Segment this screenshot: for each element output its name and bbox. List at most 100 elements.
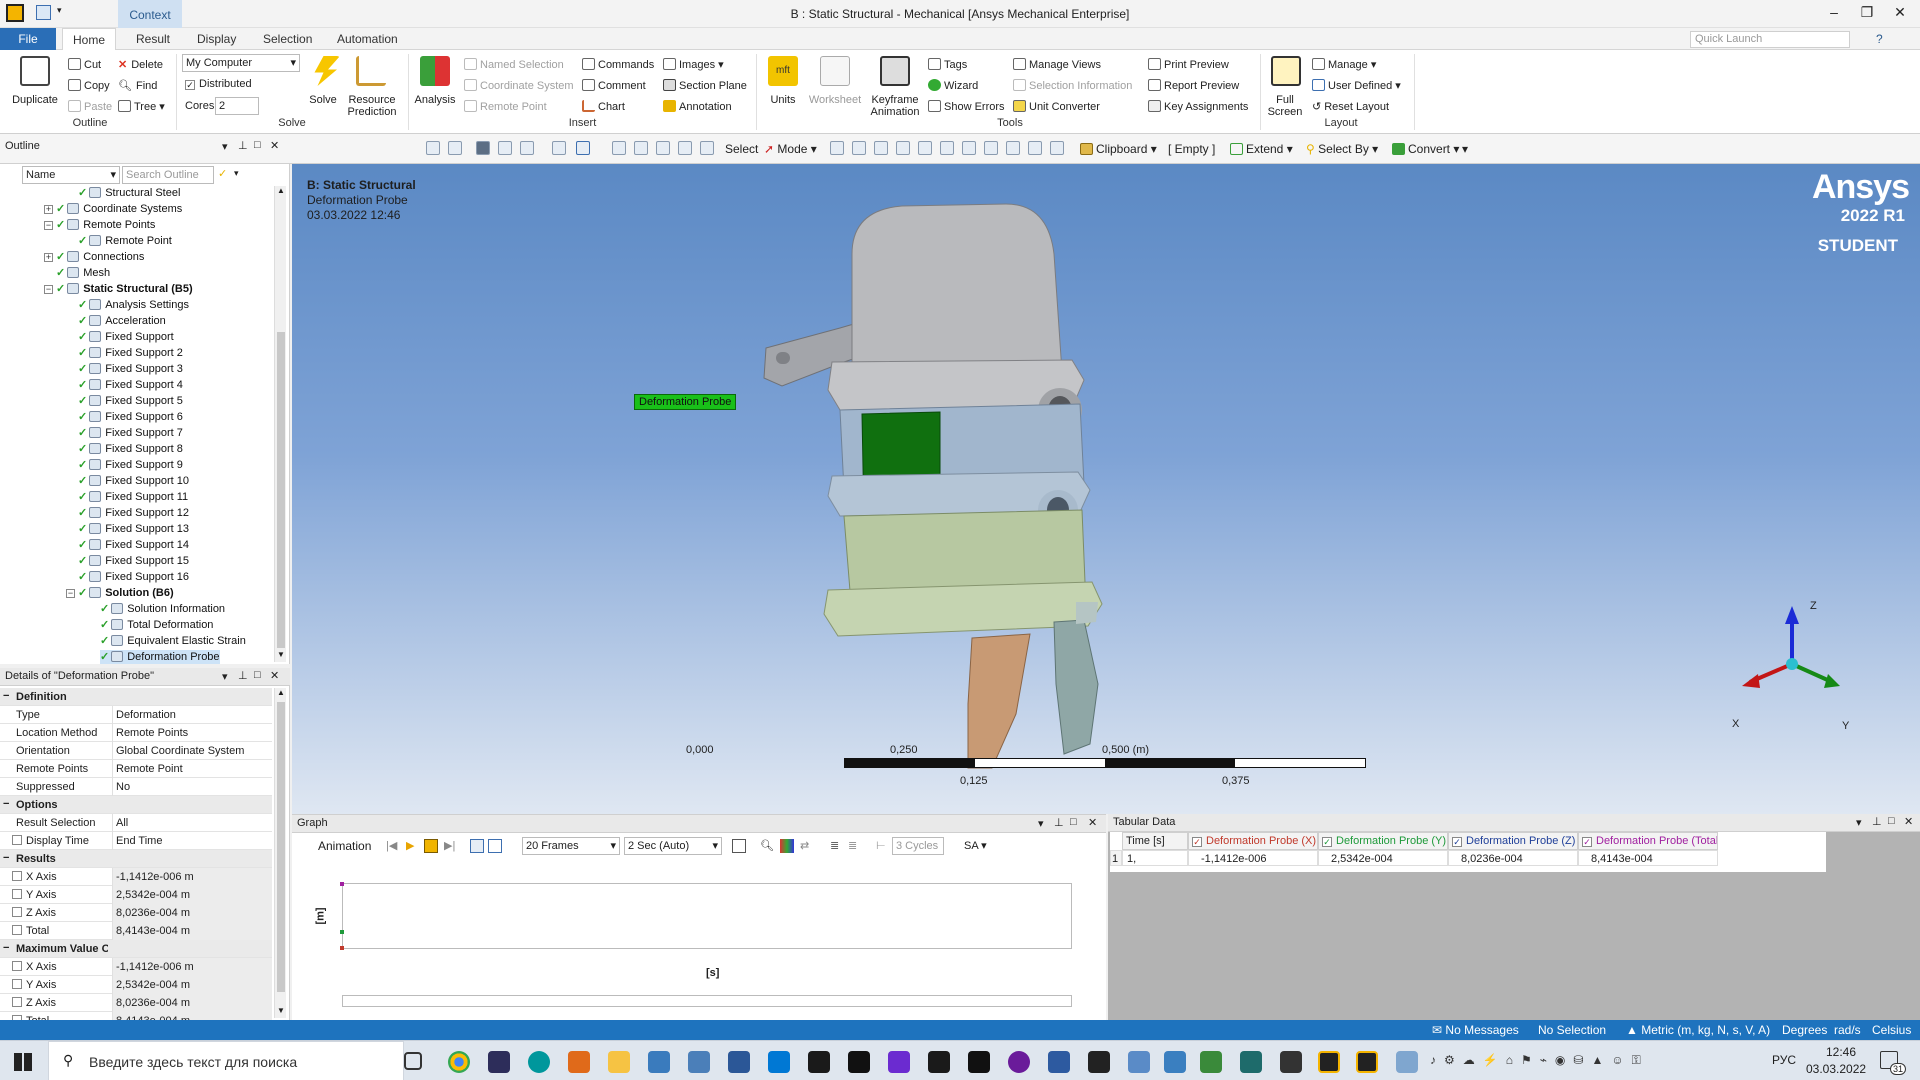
details-row[interactable]: X Axis -1,1412e-006 m xyxy=(0,868,272,886)
toolbar-overflow-icon[interactable]: ▾ xyxy=(1462,142,1468,156)
clipboard-dropdown[interactable]: Clipboard ▾ xyxy=(1080,142,1157,156)
tab-selection[interactable]: Selection xyxy=(253,28,322,50)
taskbar-search[interactable]: ⚲ Введите здесь текст для поиска xyxy=(48,1041,404,1080)
worksheet-icon[interactable] xyxy=(820,56,850,86)
distributed-checkbox[interactable]: ✓ Distributed xyxy=(185,78,252,90)
selection-information-button[interactable]: Selection Information xyxy=(1013,79,1132,92)
analysis-button[interactable]: Analysis xyxy=(410,94,460,106)
details-value[interactable]: No xyxy=(112,778,272,796)
pan-icon[interactable] xyxy=(612,141,626,155)
quick-launch-input[interactable]: Quick Launch xyxy=(1690,31,1850,48)
close-panel-icon[interactable]: ✕ xyxy=(1904,815,1913,828)
outline-item[interactable]: ✓ Equivalent Elastic Strain xyxy=(100,634,246,650)
search-outline-input[interactable]: Search Outline xyxy=(122,166,214,184)
cycles-input[interactable]: 3 Cycles xyxy=(892,837,944,855)
label-icon[interactable] xyxy=(1006,141,1020,155)
reset-layout-button[interactable]: ↺ Reset Layout xyxy=(1312,100,1389,113)
section-plane-button[interactable]: Section Plane xyxy=(663,79,747,92)
file-explorer-icon[interactable] xyxy=(608,1051,630,1073)
colormap-icon[interactable] xyxy=(780,839,794,853)
select-body-icon[interactable] xyxy=(896,141,910,155)
solve-lightning-icon[interactable] xyxy=(314,56,340,86)
axis-triad[interactable] xyxy=(1732,594,1872,714)
tab-result[interactable]: Result xyxy=(126,28,180,50)
keyframe-animation-button[interactable]: Keyframe Animation xyxy=(866,94,924,118)
arduino-icon[interactable] xyxy=(528,1051,550,1073)
windows-start-icon[interactable] xyxy=(14,1053,32,1071)
matlab-icon[interactable] xyxy=(568,1051,590,1073)
sa-dropdown[interactable]: SA ▾ xyxy=(964,839,987,852)
expand-icon[interactable]: + xyxy=(44,253,53,262)
rotation-status[interactable]: rad/s xyxy=(1834,1023,1861,1037)
app-icon[interactable] xyxy=(1128,1051,1150,1073)
tabular-cell[interactable]: 2,5342e-004 xyxy=(1318,850,1448,866)
app-icon[interactable] xyxy=(688,1051,710,1073)
cycles-icon[interactable]: ⊢ xyxy=(876,839,886,852)
comment-button[interactable]: Comment xyxy=(582,79,646,92)
scroll-thumb[interactable] xyxy=(277,702,285,992)
checkbox-icon[interactable] xyxy=(12,925,22,935)
outline-item[interactable]: ✓ Fixed Support 15 xyxy=(78,554,189,570)
coordinate-system-button[interactable]: Coordinate System xyxy=(464,79,574,92)
details-value[interactable]: 2,5342e-004 m xyxy=(112,976,272,994)
unit-converter-button[interactable]: Unit Converter xyxy=(1013,100,1100,113)
units-status[interactable]: ▲ Metric (m, kg, N, s, V, A) xyxy=(1626,1023,1770,1037)
pin-icon[interactable]: ⊥ xyxy=(238,669,248,682)
outline-item[interactable]: ✓ Fixed Support 4 xyxy=(78,378,183,394)
graphics-viewport[interactable]: B: Static Structural Deformation Probe 0… xyxy=(292,164,1920,814)
cores-input[interactable]: 2 xyxy=(215,97,259,115)
outline-item[interactable]: ✓ Fixed Support xyxy=(78,330,174,346)
scroll-down-icon[interactable]: ▼ xyxy=(277,1006,285,1015)
details-row[interactable]: Location Method Remote Points xyxy=(0,724,272,742)
collapse-icon[interactable]: − xyxy=(3,690,9,702)
checkbox-icon[interactable]: ✓ xyxy=(1192,837,1202,847)
name-filter-select[interactable]: Name ▾ xyxy=(22,166,120,184)
graph-time-scrollbar[interactable] xyxy=(342,995,1072,1007)
model-3d[interactable] xyxy=(292,164,1920,814)
pin-icon[interactable]: ⊥ xyxy=(238,139,248,152)
outline-item[interactable]: ✓ Fixed Support 16 xyxy=(78,570,189,586)
outline-item[interactable]: ✓ Connections xyxy=(56,250,144,266)
details-value[interactable]: Global Coordinate System xyxy=(112,742,272,760)
tree-button[interactable]: Tree ▾ xyxy=(118,100,165,113)
manage-views-button[interactable]: Manage Views xyxy=(1013,58,1101,71)
tabular-column-header[interactable]: ✓ Deformation Probe (X) [m] xyxy=(1188,832,1318,850)
outline-item[interactable]: ✓ Fixed Support 5 xyxy=(78,394,183,410)
tags-button[interactable]: Tags xyxy=(928,58,967,71)
outline-item[interactable]: ✓ Fixed Support 14 xyxy=(78,538,189,554)
details-value[interactable]: 8,4143e-004 m xyxy=(112,1012,272,1020)
maximize-panel-icon[interactable]: □ xyxy=(1070,816,1077,828)
outline-item[interactable]: ✓ Remote Point xyxy=(78,234,172,250)
messages-status[interactable]: ✉ No Messages xyxy=(1432,1023,1519,1037)
select-node-icon[interactable] xyxy=(918,141,932,155)
user-defined-button[interactable]: User Defined ▾ xyxy=(1312,79,1401,92)
analysis-icon[interactable] xyxy=(420,56,450,86)
details-value[interactable]: 2,5342e-004 m xyxy=(112,886,272,904)
tab-file[interactable]: File xyxy=(0,28,56,50)
maximize-panel-icon[interactable]: □ xyxy=(254,139,261,151)
chrome-icon[interactable] xyxy=(448,1051,470,1073)
minimize-button[interactable]: – xyxy=(1820,4,1848,24)
named-selection-button[interactable]: Named Selection xyxy=(464,58,564,71)
terminal-icon[interactable] xyxy=(1088,1051,1110,1073)
details-section-header[interactable]: − Results xyxy=(0,850,272,868)
zoom-out-icon[interactable] xyxy=(448,141,462,155)
tabular-cell[interactable]: 1, xyxy=(1122,850,1188,866)
outline-item[interactable]: ✓ Structural Steel xyxy=(78,186,180,202)
vscode-icon[interactable] xyxy=(768,1051,790,1073)
tab-display[interactable]: Display xyxy=(187,28,246,50)
details-value[interactable]: -1,1412e-006 m xyxy=(112,958,272,976)
checkbox-icon[interactable] xyxy=(12,871,22,881)
checkbox-icon[interactable]: ✓ xyxy=(1582,837,1592,847)
full-screen-icon[interactable] xyxy=(1271,56,1301,86)
frames-select[interactable]: 20 Frames ▾ xyxy=(522,837,620,855)
phpstorm-icon[interactable] xyxy=(888,1051,910,1073)
app-icon[interactable] xyxy=(1200,1051,1222,1073)
resource-prediction-icon[interactable] xyxy=(356,56,386,86)
clion-icon[interactable] xyxy=(928,1051,950,1073)
show-errors-button[interactable]: Show Errors xyxy=(928,100,1005,113)
task-view-icon[interactable] xyxy=(404,1052,422,1070)
outline-item[interactable]: ✓ Fixed Support 12 xyxy=(78,506,189,522)
full-screen-button[interactable]: Full Screen xyxy=(1262,94,1308,118)
outline-item[interactable]: ✓ Fixed Support 13 xyxy=(78,522,189,538)
